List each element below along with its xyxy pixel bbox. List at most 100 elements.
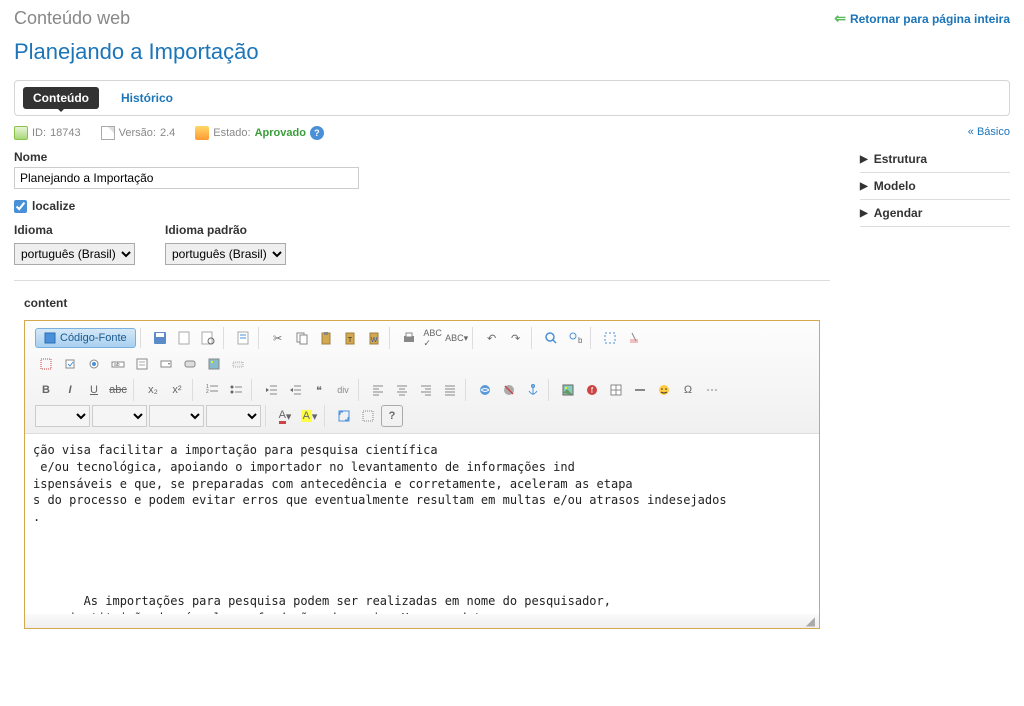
table-icon[interactable] <box>605 379 627 401</box>
align-right-icon[interactable] <box>415 379 437 401</box>
pagebreak-icon[interactable] <box>701 379 723 401</box>
replace-icon[interactable]: b <box>564 327 586 349</box>
localize-checkbox[interactable] <box>14 200 27 213</box>
help-icon[interactable]: ? <box>310 126 324 140</box>
outdent-icon[interactable] <box>260 379 282 401</box>
blockquote-icon[interactable]: ❝ <box>308 379 330 401</box>
sidebar-structure[interactable]: ▶ Estrutura <box>860 146 1010 173</box>
scayt-icon[interactable]: ABC▾ <box>446 327 468 349</box>
lang-select[interactable]: português (Brasil) <box>14 243 135 265</box>
caret-icon: ▶ <box>860 208 868 219</box>
source-icon <box>44 332 56 344</box>
anchor-icon[interactable] <box>522 379 544 401</box>
numbered-list-icon[interactable]: 12 <box>201 379 223 401</box>
name-label: Nome <box>14 150 830 164</box>
return-link-label: Retornar para página inteira <box>850 12 1010 26</box>
doc-icon <box>14 126 28 140</box>
tab-content[interactable]: Conteúdo <box>23 87 99 109</box>
sidebar-schedule[interactable]: ▶ Agendar <box>860 200 1010 227</box>
id-label: ID: <box>32 127 46 139</box>
font-select[interactable] <box>149 405 204 427</box>
superscript-icon[interactable]: x² <box>166 379 188 401</box>
align-center-icon[interactable] <box>391 379 413 401</box>
content-label: content <box>24 296 830 310</box>
save-icon[interactable] <box>149 327 171 349</box>
maximize-icon[interactable] <box>333 405 355 427</box>
cut-icon[interactable]: ✂ <box>267 327 289 349</box>
localize-label: localize <box>32 199 75 213</box>
back-arrow-icon: ⇐ <box>834 10 846 27</box>
textarea-icon[interactable] <box>131 353 153 375</box>
radio-icon[interactable] <box>83 353 105 375</box>
selectall-icon[interactable] <box>599 327 621 349</box>
source-button[interactable]: Código-Fonte <box>35 328 136 348</box>
format-select[interactable] <box>92 405 147 427</box>
svg-text:b: b <box>578 336 582 345</box>
preview-icon[interactable] <box>197 327 219 349</box>
about-icon[interactable]: ? <box>381 405 403 427</box>
sidebar-model[interactable]: ▶ Modelo <box>860 173 1010 200</box>
flash-icon[interactable]: f <box>581 379 603 401</box>
lang-label: Idioma <box>14 223 135 237</box>
specialchar-icon[interactable]: Ω <box>677 379 699 401</box>
indent-icon[interactable] <box>284 379 306 401</box>
form-icon[interactable] <box>35 353 57 375</box>
styles-select[interactable] <box>35 405 90 427</box>
italic-icon[interactable]: I <box>59 379 81 401</box>
size-select[interactable] <box>206 405 261 427</box>
underline-icon[interactable]: U <box>83 379 105 401</box>
paste-word-icon[interactable]: W <box>363 327 385 349</box>
showblocks-icon[interactable] <box>357 405 379 427</box>
strike-icon[interactable]: abc <box>107 379 129 401</box>
align-left-icon[interactable] <box>367 379 389 401</box>
align-justify-icon[interactable] <box>439 379 461 401</box>
editor-content[interactable]: ção visa facilitar a importação para pes… <box>25 434 819 614</box>
subscript-icon[interactable]: x₂ <box>142 379 164 401</box>
button-icon[interactable] <box>179 353 201 375</box>
name-input[interactable] <box>14 167 359 189</box>
imagebutton-icon[interactable] <box>203 353 225 375</box>
return-link[interactable]: ⇐ Retornar para página inteira <box>834 10 1010 27</box>
undo-icon[interactable]: ↶ <box>481 327 503 349</box>
tab-history[interactable]: Histórico <box>111 87 183 109</box>
page-title: Planejando a Importação <box>14 39 1010 65</box>
paste-text-icon[interactable]: T <box>339 327 361 349</box>
print-icon[interactable] <box>398 327 420 349</box>
status-label: Estado: <box>213 127 250 139</box>
resize-handle[interactable]: ◢ <box>25 614 819 628</box>
copy-icon[interactable] <box>291 327 313 349</box>
textfield-icon[interactable]: ab <box>107 353 129 375</box>
textcolor-icon[interactable]: A▾ <box>274 405 296 427</box>
svg-text:ab: ab <box>114 362 120 368</box>
hiddenfield-icon[interactable] <box>227 353 249 375</box>
basic-link[interactable]: « Básico <box>860 126 1010 138</box>
caret-icon: ▶ <box>860 154 868 165</box>
newpage-icon[interactable] <box>173 327 195 349</box>
version-label: Versão: <box>119 127 156 139</box>
paste-icon[interactable] <box>315 327 337 349</box>
default-lang-label: Idioma padrão <box>165 223 286 237</box>
removeformat-icon[interactable] <box>623 327 645 349</box>
svg-text:W: W <box>370 337 377 344</box>
spellcheck-icon[interactable]: ABC✓ <box>422 327 444 349</box>
redo-icon[interactable]: ↷ <box>505 327 527 349</box>
select-icon[interactable] <box>155 353 177 375</box>
svg-text:2: 2 <box>206 389 209 395</box>
hr-icon[interactable] <box>629 379 651 401</box>
unlink-icon[interactable] <box>498 379 520 401</box>
default-lang-select[interactable]: português (Brasil) <box>165 243 286 265</box>
creatediv-icon[interactable]: div <box>332 379 354 401</box>
version-value: 2.4 <box>160 127 175 139</box>
bgcolor-icon[interactable]: A▾ <box>298 405 320 427</box>
smiley-icon[interactable] <box>653 379 675 401</box>
image-icon[interactable] <box>557 379 579 401</box>
meta-row: ID: 18743 Versão: 2.4 Estado: Aprovado ? <box>14 126 830 140</box>
bold-icon[interactable]: B <box>35 379 57 401</box>
status-value: Aprovado <box>255 127 306 139</box>
checkbox-icon[interactable] <box>59 353 81 375</box>
link-icon[interactable] <box>474 379 496 401</box>
bullet-list-icon[interactable] <box>225 379 247 401</box>
find-icon[interactable] <box>540 327 562 349</box>
editor-container: Código-Fonte ✂ T <box>24 320 820 629</box>
templates-icon[interactable] <box>232 327 254 349</box>
